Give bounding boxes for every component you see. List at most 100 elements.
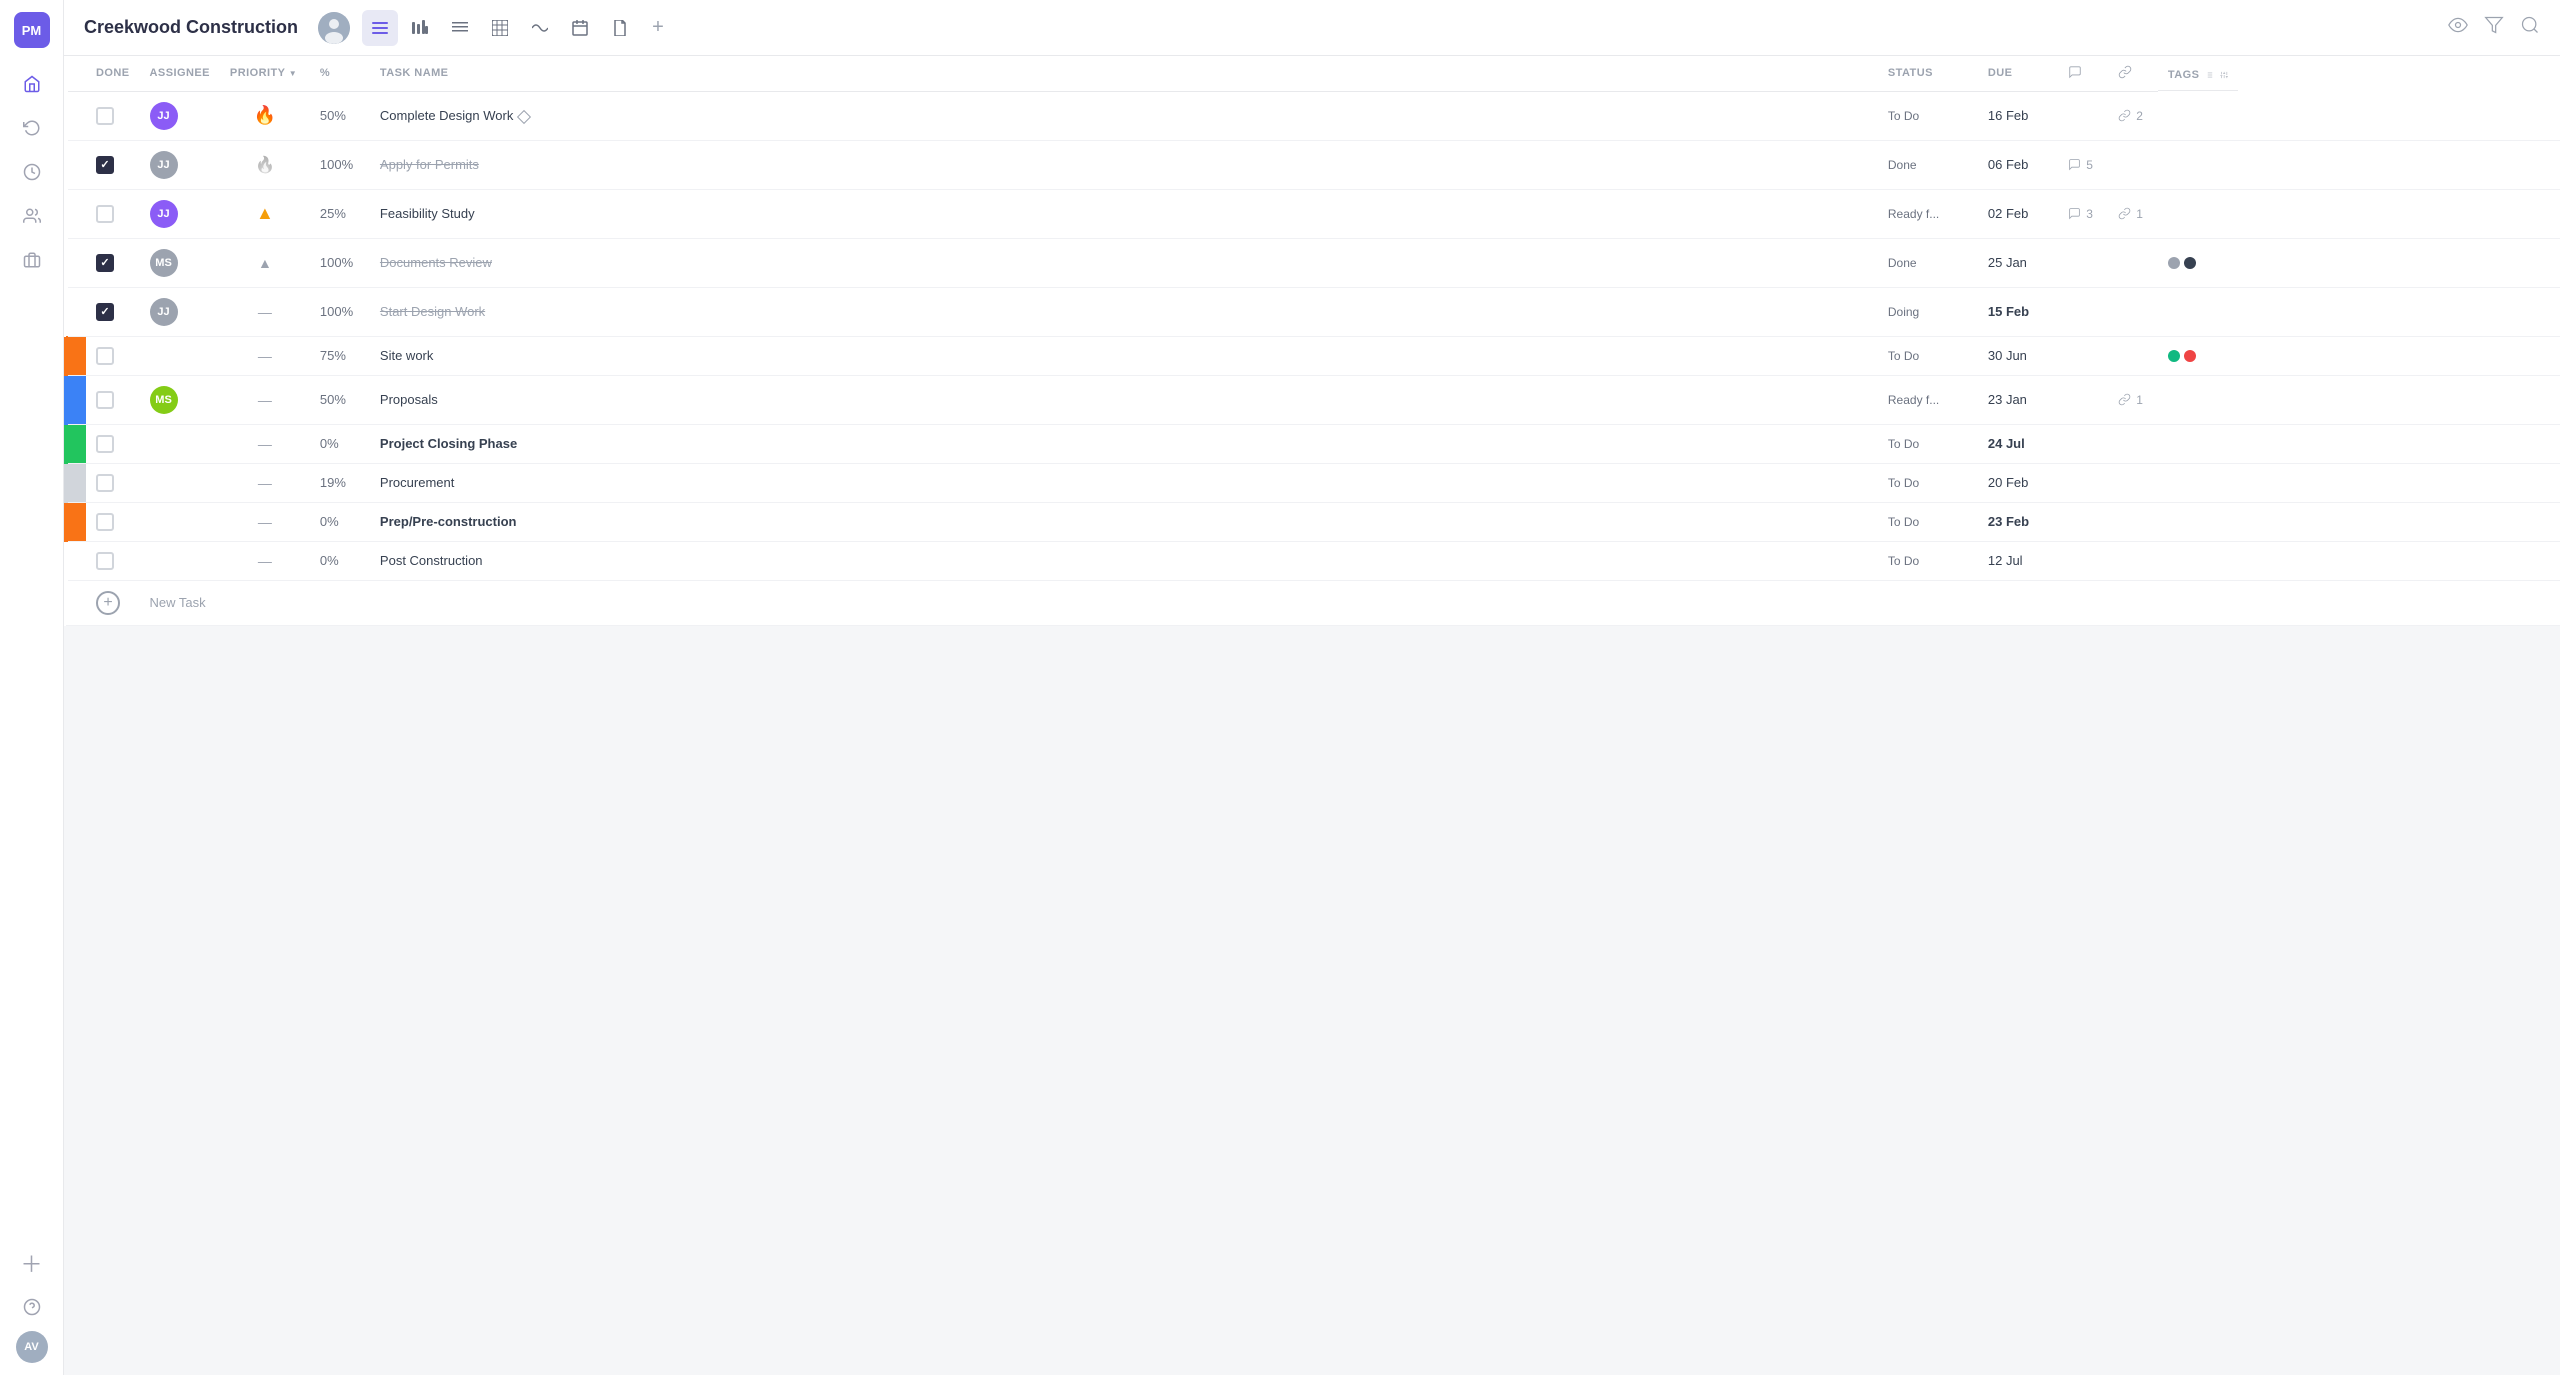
new-task-row[interactable]: + New Task xyxy=(66,580,2560,625)
assignee-avatar[interactable]: MS xyxy=(150,386,178,414)
task-name-text: Proposals xyxy=(380,392,438,407)
done-cell[interactable] xyxy=(86,140,140,189)
priority-cell[interactable]: — xyxy=(220,502,310,541)
task-name-cell[interactable]: Procurement xyxy=(370,463,1878,502)
col-task-name[interactable]: TASK NAME xyxy=(370,56,1878,91)
watch-icon[interactable] xyxy=(2448,15,2468,40)
task-checkbox[interactable] xyxy=(96,205,114,223)
sidebar-help-button[interactable] xyxy=(12,1287,52,1327)
task-name-cell[interactable]: Apply for Permits xyxy=(370,140,1878,189)
task-checkbox[interactable] xyxy=(96,391,114,409)
task-checkbox[interactable] xyxy=(96,254,114,272)
done-cell[interactable] xyxy=(86,463,140,502)
done-cell[interactable] xyxy=(86,336,140,375)
done-cell[interactable] xyxy=(86,424,140,463)
priority-dash-wide-icon: — xyxy=(258,392,272,408)
task-name-cell[interactable]: Post Construction xyxy=(370,541,1878,580)
nav-doc-view[interactable] xyxy=(602,10,638,46)
due-date: 24 Jul xyxy=(1988,436,2025,451)
due-date: 06 Feb xyxy=(1988,157,2028,172)
priority-cell[interactable]: — xyxy=(220,424,310,463)
row-bar-cell xyxy=(66,287,86,336)
done-cell[interactable] xyxy=(86,238,140,287)
priority-dash-wide-icon: — xyxy=(258,348,272,364)
nav-calendar-view[interactable] xyxy=(562,10,598,46)
tags-cell xyxy=(2158,287,2560,336)
priority-cell[interactable]: 🔥 xyxy=(220,91,310,140)
nav-list-view[interactable] xyxy=(362,10,398,46)
done-cell[interactable] xyxy=(86,502,140,541)
nav-add-view[interactable]: + xyxy=(642,12,674,44)
priority-cell[interactable]: — xyxy=(220,375,310,424)
priority-cell[interactable]: — xyxy=(220,541,310,580)
sidebar-item-time[interactable] xyxy=(12,152,52,192)
assignee-avatar[interactable]: JJ xyxy=(150,298,178,326)
task-checkbox[interactable] xyxy=(96,552,114,570)
task-checkbox[interactable] xyxy=(96,107,114,125)
task-checkbox[interactable] xyxy=(96,513,114,531)
priority-cell[interactable]: — xyxy=(220,287,310,336)
new-task-label[interactable]: New Task xyxy=(140,580,2560,625)
sidebar-add-button[interactable]: ＋ xyxy=(12,1243,52,1283)
done-cell[interactable] xyxy=(86,189,140,238)
link-cell xyxy=(2108,424,2158,463)
assignee-avatar[interactable]: MS xyxy=(150,249,178,277)
task-name-cell[interactable]: Project Closing Phase xyxy=(370,424,1878,463)
link-cell xyxy=(2108,541,2158,580)
task-name-cell[interactable]: Complete Design Work xyxy=(370,91,1878,140)
nav-bar-view[interactable] xyxy=(402,10,438,46)
sidebar-item-home[interactable] xyxy=(12,64,52,104)
done-cell[interactable] xyxy=(86,375,140,424)
task-name-cell[interactable]: Prep/Pre-construction xyxy=(370,502,1878,541)
col-status[interactable]: STATUS xyxy=(1878,56,1978,91)
main-content: Creekwood Construction xyxy=(64,0,2560,1375)
col-assignee[interactable]: ASSIGNEE xyxy=(140,56,220,91)
due-cell: 12 Jul xyxy=(1978,541,2058,580)
add-task-button[interactable]: + xyxy=(96,591,120,615)
nav-table-view[interactable] xyxy=(482,10,518,46)
task-checkbox[interactable] xyxy=(96,435,114,453)
task-checkbox[interactable] xyxy=(96,474,114,492)
new-task-add-btn[interactable]: + xyxy=(86,580,140,625)
sidebar-item-people[interactable] xyxy=(12,196,52,236)
nav-grid-view[interactable] xyxy=(442,10,478,46)
filter-icon[interactable] xyxy=(2484,15,2504,40)
task-name-cell[interactable]: Feasibility Study xyxy=(370,189,1878,238)
task-name-cell[interactable]: Site work xyxy=(370,336,1878,375)
assignee-cell xyxy=(140,336,220,375)
task-name-cell[interactable]: Start Design Work xyxy=(370,287,1878,336)
task-name-cell[interactable]: Documents Review xyxy=(370,238,1878,287)
col-done[interactable]: DONE xyxy=(86,56,140,91)
col-percent[interactable]: % xyxy=(310,56,370,91)
header-nav: + xyxy=(362,10,2436,46)
status-badge: To Do xyxy=(1888,554,1919,568)
sidebar-item-projects[interactable] xyxy=(12,240,52,280)
tags-cell xyxy=(2158,502,2560,541)
task-name-cell[interactable]: Proposals xyxy=(370,375,1878,424)
percent-cell: 50% xyxy=(310,91,370,140)
nav-wave-view[interactable] xyxy=(522,10,558,46)
priority-cell[interactable]: 🔥 xyxy=(220,140,310,189)
assignee-avatar[interactable]: JJ xyxy=(150,151,178,179)
search-icon[interactable] xyxy=(2520,15,2540,40)
task-checkbox[interactable] xyxy=(96,303,114,321)
done-cell[interactable] xyxy=(86,287,140,336)
task-checkbox[interactable] xyxy=(96,156,114,174)
col-due[interactable]: DUE xyxy=(1978,56,2058,91)
table-row: — 0% Post Construction To Do 12 Jul xyxy=(66,541,2560,580)
col-tags[interactable]: TAGS xyxy=(2158,56,2238,91)
status-cell: To Do xyxy=(1878,502,1978,541)
task-checkbox[interactable] xyxy=(96,347,114,365)
col-priority[interactable]: PRIORITY ▼ xyxy=(220,56,310,91)
assignee-avatar[interactable]: JJ xyxy=(150,200,178,228)
sidebar-item-notifications[interactable] xyxy=(12,108,52,148)
priority-cell[interactable]: — xyxy=(220,463,310,502)
done-cell[interactable] xyxy=(86,541,140,580)
priority-cell[interactable]: ▲ xyxy=(220,238,310,287)
row-bar-cell xyxy=(66,91,86,140)
user-avatar-sidebar[interactable]: AV xyxy=(16,1331,48,1363)
done-cell[interactable] xyxy=(86,91,140,140)
priority-cell[interactable]: — xyxy=(220,336,310,375)
priority-cell[interactable]: ▲ xyxy=(220,189,310,238)
assignee-avatar[interactable]: JJ xyxy=(150,102,178,130)
